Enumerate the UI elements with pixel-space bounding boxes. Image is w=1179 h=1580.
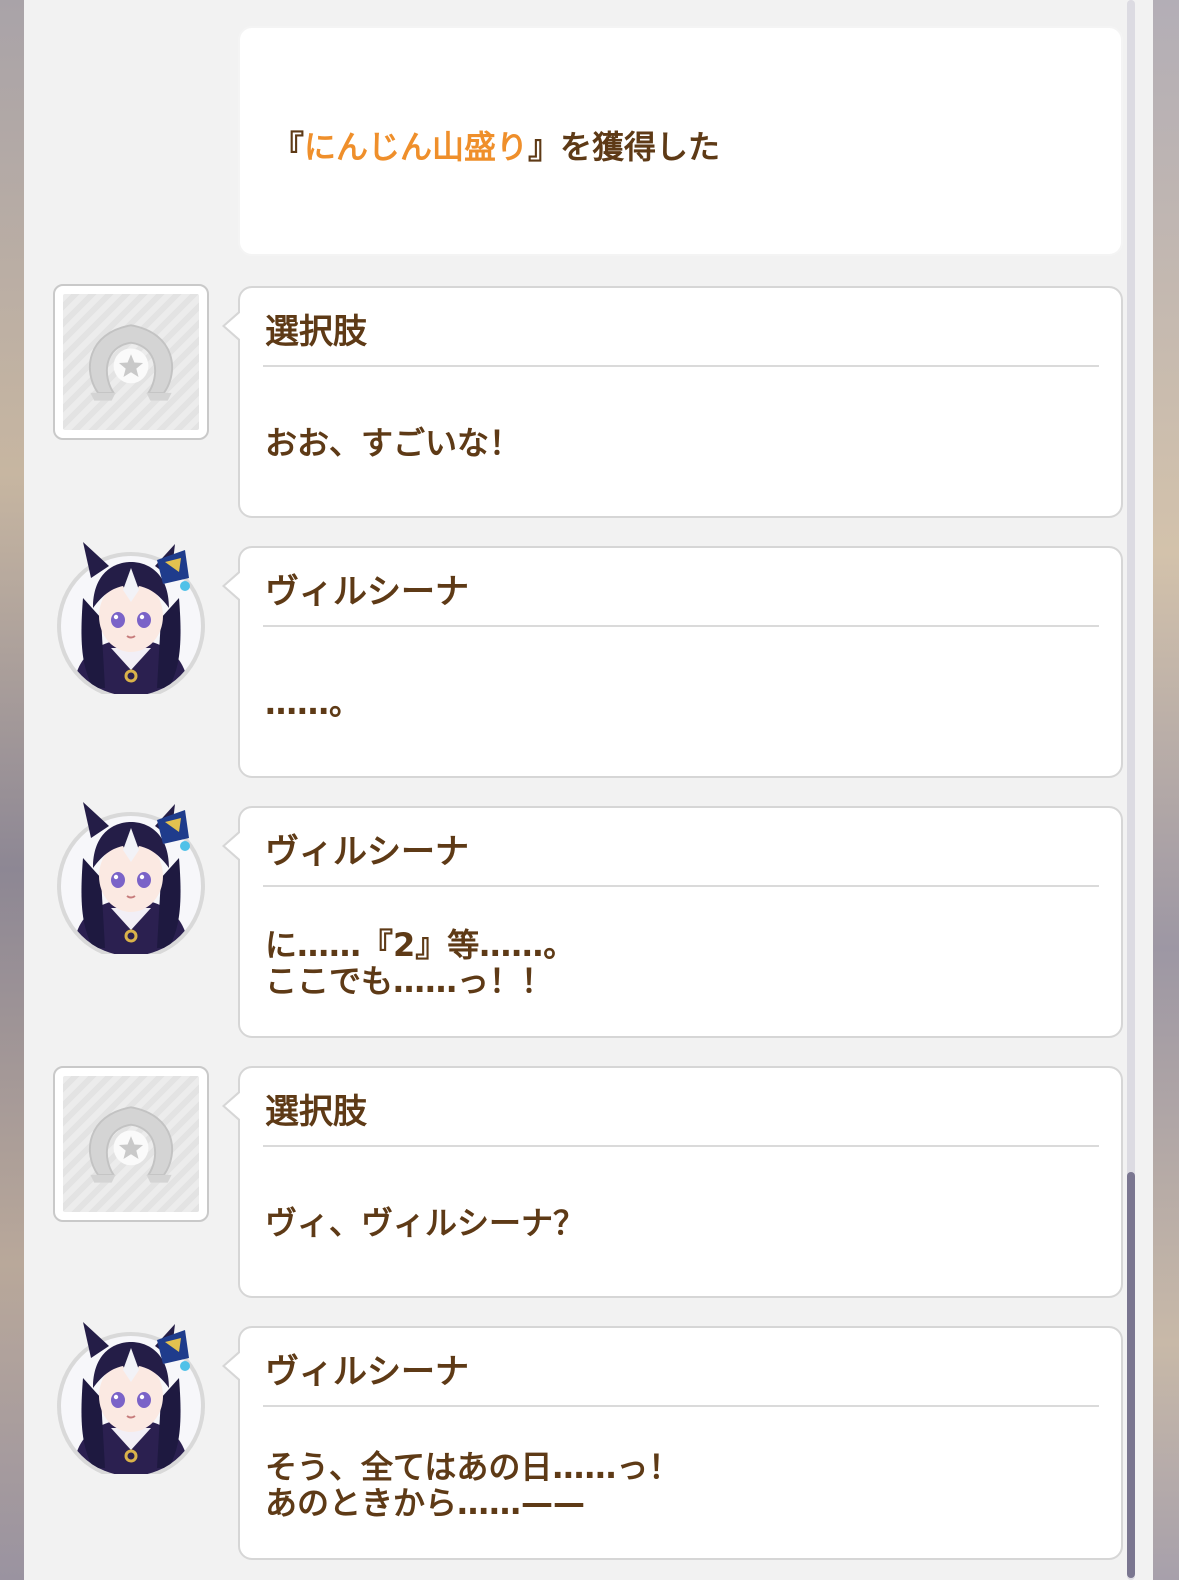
message-text-line-2: ここでも……っ！！ <box>265 962 554 1000</box>
system-message-text: 『にんじん山盛り』を獲得した <box>272 128 721 166</box>
divider <box>263 625 1099 627</box>
choice-avatar <box>53 1066 209 1222</box>
speaker-name: ヴィルシーナ <box>265 832 469 872</box>
message-text-line-1: に……『2』等……。 <box>265 926 576 964</box>
system-message-bubble: 『にんじん山盛り』を獲得した <box>238 26 1123 256</box>
speaker-name: 選択肢 <box>265 312 367 352</box>
message-text-line-2: あのときから……—— <box>265 1484 586 1522</box>
message-bubble: 選択肢 ヴィ、ヴィルシーナ？ <box>222 1066 1123 1298</box>
speaker-name: 選択肢 <box>265 1092 367 1132</box>
acquired-item-name: にんじん山盛り <box>304 128 529 166</box>
character-avatar <box>53 1318 209 1474</box>
message-bubble: ヴィルシーナ ……。 <box>222 546 1123 778</box>
message-bubble: ヴィルシーナ そう、全てはあの日……っ！ あのときから……—— <box>222 1326 1123 1560</box>
message-text-line-1: そう、全てはあの日……っ！ <box>265 1448 681 1486</box>
choice-avatar <box>53 284 209 440</box>
character-avatar <box>53 798 209 954</box>
message-text: ……。 <box>265 684 362 722</box>
background-right <box>1153 0 1179 1580</box>
message-text: おお、すごいな！ <box>265 424 522 462</box>
divider <box>263 1145 1099 1147</box>
background-left <box>0 0 24 1580</box>
speaker-name: ヴィルシーナ <box>265 1352 469 1392</box>
divider <box>263 1405 1099 1407</box>
horseshoe-star-icon <box>73 1086 189 1202</box>
message-text: ヴィ、ヴィルシーナ？ <box>265 1204 586 1242</box>
message-bubble: 選択肢 おお、すごいな！ <box>222 286 1123 518</box>
divider <box>263 885 1099 887</box>
character-avatar <box>53 538 209 694</box>
horseshoe-star-icon <box>73 304 189 420</box>
divider <box>263 365 1099 367</box>
speaker-name: ヴィルシーナ <box>265 572 469 612</box>
message-bubble: ヴィルシーナ に……『2』等……。 ここでも……っ！！ <box>222 806 1123 1038</box>
scrollbar-thumb[interactable] <box>1127 1172 1135 1578</box>
